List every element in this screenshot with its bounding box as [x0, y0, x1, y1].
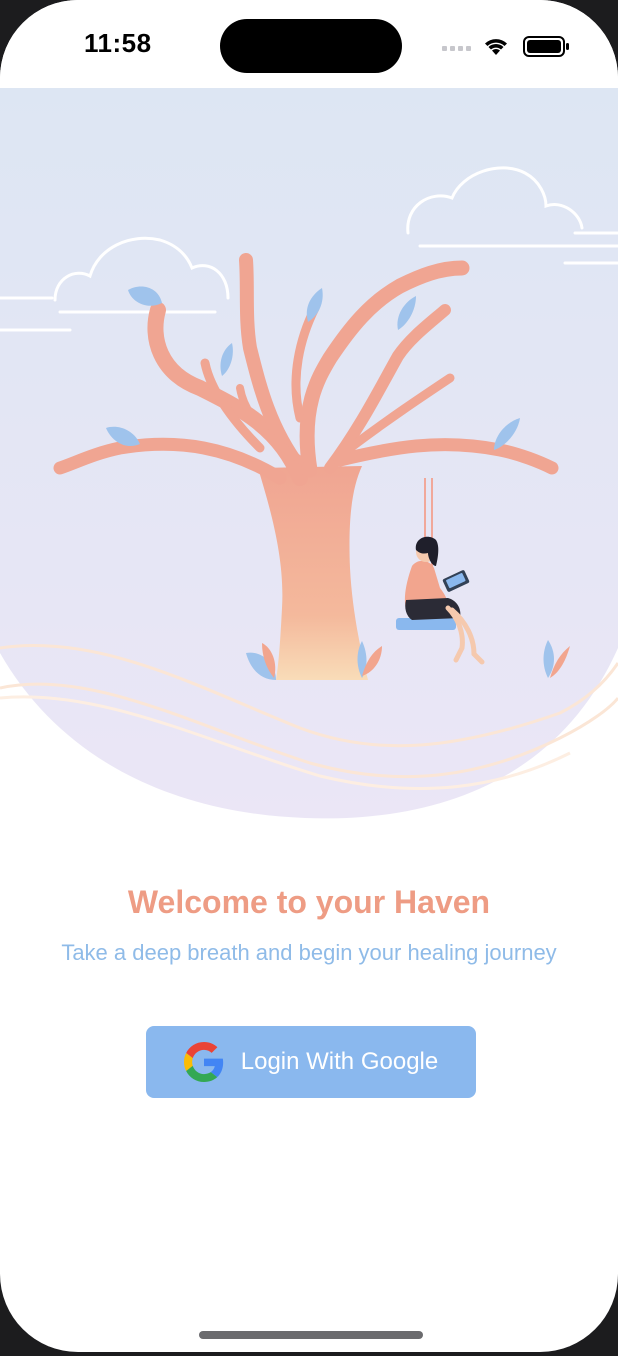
device-frame: 11:58 Welcome to your Haven Take a deep … [0, 0, 618, 1356]
welcome-title: Welcome to your Haven [127, 884, 491, 920]
status-time: 11:58 [84, 28, 152, 58]
cellular-signal-icon [442, 46, 471, 51]
status-bar: 11:58 [0, 0, 618, 88]
battery-icon [523, 36, 569, 57]
tree-illustration-svg [0, 88, 618, 819]
google-logo-icon [183, 1042, 223, 1082]
hero-illustration [0, 88, 618, 828]
login-button-label: Login With Google [240, 1048, 439, 1075]
dynamic-island [220, 19, 402, 73]
status-icons-svg [442, 36, 569, 57]
home-indicator[interactable] [199, 1331, 423, 1339]
status-icons [440, 30, 570, 60]
wifi-icon [485, 39, 507, 55]
welcome-subtitle: Take a deep breath and begin your healin… [61, 940, 557, 965]
app-screen: 11:58 Welcome to your Haven Take a deep … [0, 0, 618, 1352]
login-with-google-button[interactable]: Login With Google [146, 1026, 476, 1098]
